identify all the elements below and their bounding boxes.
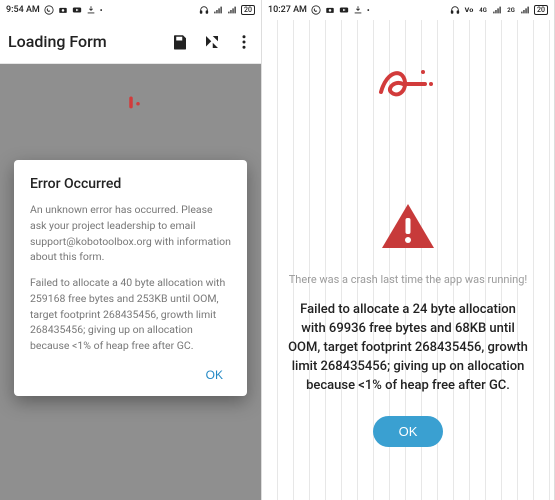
dialog-message-1: An unknown error has occurred. Please as…	[30, 202, 231, 265]
phone-screenshot-left: 9:54 AM •	[0, 0, 262, 500]
status-bar-right: 20	[199, 5, 255, 15]
app-bar-actions	[171, 33, 253, 51]
status-bar: 10:27 AM • 𝗩𝗼 4G 2G	[262, 0, 554, 20]
doodle-icon	[373, 62, 443, 112]
network-2g-icon: 2G	[506, 5, 516, 15]
dialog-title: Error Occurred	[30, 176, 231, 192]
warning-icon	[380, 202, 436, 254]
crash-message: Failed to allocate a 24 byte allocation …	[288, 301, 528, 395]
dialog-ok-button[interactable]: OK	[198, 362, 231, 388]
signal-icon-2	[520, 5, 530, 15]
status-bar-left: 9:54 AM •	[6, 5, 103, 15]
app-bar-title: Loading Form	[8, 32, 107, 51]
loading-spinner-icon	[117, 94, 145, 126]
status-bar: 9:54 AM •	[0, 0, 261, 20]
status-bar-left: 10:27 AM •	[268, 5, 370, 15]
battery-level: 20	[244, 6, 252, 14]
status-bar-right: 𝗩𝗼 4G 2G 20	[450, 5, 548, 15]
network-4g-icon: 4G	[478, 5, 488, 15]
battery-level: 20	[537, 6, 545, 14]
signal-icon	[492, 5, 502, 15]
volte-icon: 𝗩𝗼	[464, 5, 474, 15]
headphones-icon	[199, 5, 209, 15]
status-dot-icon: •	[100, 6, 103, 15]
battery-indicator: 20	[534, 5, 548, 15]
jump-icon[interactable]	[203, 33, 221, 51]
dialog-body: An unknown error has occurred. Please as…	[30, 202, 231, 354]
camera-icon	[58, 5, 68, 15]
battery-indicator: 20	[241, 5, 255, 15]
headphones-icon	[450, 5, 460, 15]
phone-screenshot-right: 10:27 AM • 𝗩𝗼 4G 2G	[262, 0, 555, 500]
status-time: 10:27 AM	[268, 5, 307, 15]
crash-screen: There was a crash last time the app was …	[262, 20, 554, 500]
download-icon	[353, 5, 363, 15]
status-dot-icon: •	[367, 6, 370, 15]
camera-icon	[325, 5, 335, 15]
dialog-message-2: Failed to allocate a 40 byte allocation …	[30, 275, 231, 354]
app-bar: Loading Form	[0, 20, 261, 64]
error-dialog: Error Occurred An unknown error has occu…	[14, 160, 247, 396]
dialog-actions: OK	[30, 362, 231, 388]
crash-subtitle: There was a crash last time the app was …	[289, 272, 528, 287]
crash-ok-button[interactable]: OK	[373, 416, 444, 447]
overflow-menu-icon[interactable]	[235, 33, 253, 51]
whatsapp-icon	[311, 5, 321, 15]
whatsapp-icon	[44, 5, 54, 15]
youtube-icon	[72, 5, 82, 15]
signal-icon	[213, 5, 223, 15]
download-icon	[86, 5, 96, 15]
save-icon[interactable]	[171, 33, 189, 51]
signal-icon-2	[227, 5, 237, 15]
youtube-icon	[339, 5, 349, 15]
status-time: 9:54 AM	[6, 5, 40, 15]
